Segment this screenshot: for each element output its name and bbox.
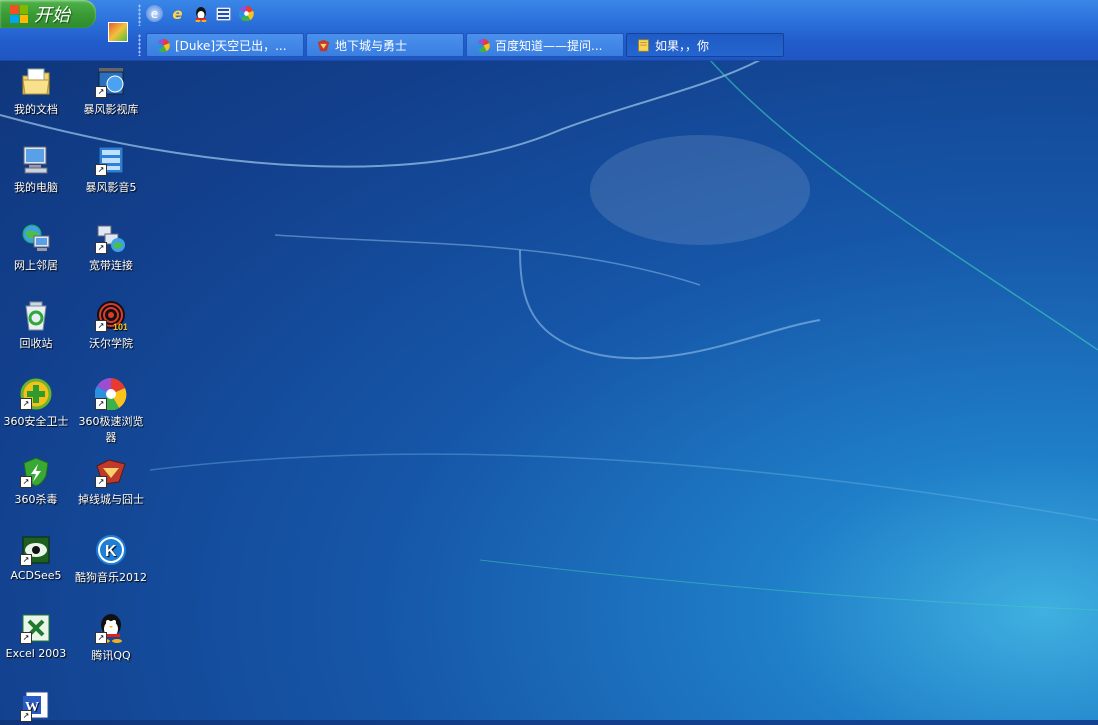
start-button[interactable]: 开始 xyxy=(0,0,96,28)
recycle-bin-icon xyxy=(20,300,52,332)
desktop-icon-360-antivirus[interactable]: ↗ 360杀毒 xyxy=(0,456,72,507)
desktop-icon-excel[interactable]: ↗ Excel 2003 xyxy=(0,612,72,660)
desktop-icon-360-chrome[interactable]: ↗ 360极速浏览器 xyxy=(75,377,147,445)
icon-label: 暴风影视库 xyxy=(83,103,139,116)
shortcut-arrow-icon: ↗ xyxy=(95,398,107,410)
desktop-icon-360-safe[interactable]: ↗ 360安全卫士 xyxy=(0,378,72,429)
desktop-wallpaper xyxy=(0,59,1098,611)
shortcut-arrow-icon: ↗ xyxy=(95,632,107,644)
desktop-icon-storm-player[interactable]: ↗ 暴风影音5 xyxy=(75,144,147,195)
360-safe-icon: ↗ xyxy=(20,378,52,410)
icon-label: 网上邻居 xyxy=(14,259,58,272)
icon-label: 360杀毒 xyxy=(14,493,58,506)
storm-player-icon: ↗ xyxy=(95,144,127,176)
desktop-icon-storm-library[interactable]: ↗ 暴风影视库 xyxy=(75,66,147,117)
task-button-dnf[interactable]: 地下城与勇士 xyxy=(306,33,464,57)
word-icon: W ↗ xyxy=(20,690,52,722)
icon-label: 腾讯QQ xyxy=(91,649,131,662)
desktop-icon-dnf-game[interactable]: ↗ 掉线城与囧士 xyxy=(75,456,147,507)
icon-label: 沃尔学院 xyxy=(89,337,133,350)
kugou-icon: K xyxy=(95,534,127,566)
desktop-icon-wall-academy[interactable]: 101 ↗ 沃尔学院 xyxy=(75,300,147,351)
dnf-icon xyxy=(317,39,330,51)
icon-label: 掉线城与囧士 xyxy=(78,493,144,506)
shortcut-arrow-icon: ↗ xyxy=(20,398,32,410)
task-button-baidu[interactable]: 百度知道——提问... xyxy=(466,33,624,57)
note-icon xyxy=(638,38,649,52)
taskbar-buttons: [Duke]天空已出，... 地下城与勇士 百度知道——提问... 如果，，你 xyxy=(146,33,784,57)
shortcut-arrow-icon: ↗ xyxy=(95,320,107,332)
desktop-icon-my-documents[interactable]: 我的文档 xyxy=(0,66,72,117)
360-browser-icon xyxy=(477,38,490,52)
desktop-icon-acdsee[interactable]: ↗ ACDSee5 xyxy=(0,534,72,582)
task-label: [Duke]天空已出，... xyxy=(175,38,287,53)
windows-flag-icon xyxy=(10,5,28,23)
show-desktop-icon[interactable] xyxy=(108,22,128,42)
360-browser-icon xyxy=(157,38,170,52)
shortcut-arrow-icon: ↗ xyxy=(95,242,107,254)
desktop-icon-kugou[interactable]: K 酷狗音乐2012 xyxy=(75,534,147,585)
shortcut-arrow-icon: ↗ xyxy=(20,476,32,488)
svg-text:K: K xyxy=(105,543,117,560)
network-places-icon xyxy=(20,222,52,254)
ie-icon[interactable]: e xyxy=(169,5,186,23)
shortcut-arrow-icon: ↗ xyxy=(20,710,32,722)
svg-text:101: 101 xyxy=(113,322,127,332)
shortcut-arrow-icon: ↗ xyxy=(95,86,107,98)
my-documents-icon xyxy=(20,66,52,98)
360-antivirus-icon: ↗ xyxy=(20,456,52,488)
360-chrome-icon: ↗ xyxy=(94,377,127,411)
shortcut-arrow-icon: ↗ xyxy=(95,164,107,176)
icon-label: 暴风影音5 xyxy=(85,181,137,194)
task-label: 地下城与勇士 xyxy=(335,38,408,53)
icon-label: 回收站 xyxy=(19,337,53,350)
task-button-note[interactable]: 如果，，你 xyxy=(626,33,784,57)
icon-label: 酷狗音乐2012 xyxy=(75,571,147,584)
desktop-icon-recycle-bin[interactable]: 回收站 xyxy=(0,300,72,351)
desktop-icon-broadband[interactable]: ↗ 宽带连接 xyxy=(75,222,147,273)
browser-icon[interactable]: e xyxy=(146,5,163,22)
acdsee-icon: ↗ xyxy=(20,534,52,566)
taskbar: 开始 e e [Duke]天空已出，... 地下城与勇士 百度知道——提问...… xyxy=(0,0,1098,61)
shortcut-arrow-icon: ↗ xyxy=(20,632,32,644)
dnf-game-icon: ↗ xyxy=(95,456,127,488)
icon-label: 我的电脑 xyxy=(14,181,58,194)
qq-icon[interactable] xyxy=(192,5,209,22)
icon-label: 宽带连接 xyxy=(89,259,133,272)
my-computer-icon xyxy=(20,144,52,176)
shortcut-arrow-icon: ↗ xyxy=(20,554,32,566)
task-label: 百度知道——提问... xyxy=(495,38,603,53)
icon-label: 360安全卫士 xyxy=(3,415,69,428)
toolbar-grip[interactable] xyxy=(138,4,141,26)
storm-library-icon: ↗ xyxy=(95,66,127,98)
media-icon[interactable] xyxy=(215,5,232,22)
desktop-icon-network-places[interactable]: 网上邻居 xyxy=(0,222,72,273)
360-browser-icon[interactable] xyxy=(238,5,255,22)
wall-academy-icon: 101 ↗ xyxy=(95,300,128,332)
quick-launch: e e xyxy=(146,5,255,23)
taskbar-grip[interactable] xyxy=(138,34,141,56)
task-label: 如果，，你 xyxy=(655,38,710,53)
desktop-icon-qq[interactable]: ↗ 腾讯QQ xyxy=(75,612,147,663)
excel-icon: ↗ xyxy=(20,612,52,644)
icon-label: ACDSee5 xyxy=(10,569,62,582)
icon-label: Excel 2003 xyxy=(5,647,67,660)
start-label: 开始 xyxy=(34,5,70,26)
broadband-icon: ↗ xyxy=(95,222,127,254)
task-button-duke[interactable]: [Duke]天空已出，... xyxy=(146,33,304,57)
icon-label: 我的文档 xyxy=(14,103,58,116)
shortcut-arrow-icon: ↗ xyxy=(95,476,107,488)
qq-icon: ↗ xyxy=(95,612,127,644)
icon-label: 360极速浏览器 xyxy=(78,415,144,444)
desktop-icon-my-computer[interactable]: 我的电脑 xyxy=(0,144,72,195)
